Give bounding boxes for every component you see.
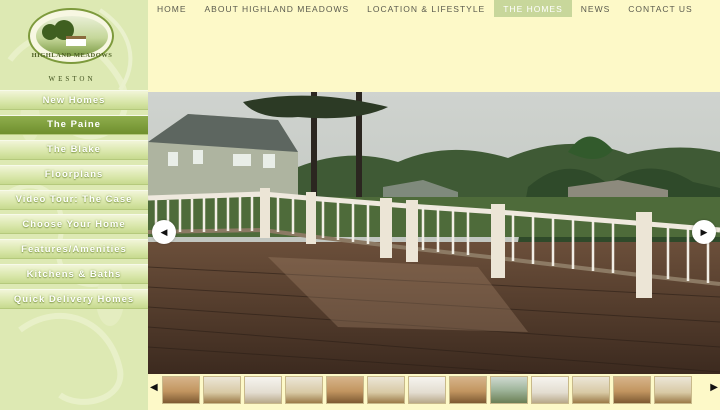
thumbnail[interactable]: [654, 376, 692, 404]
arrow-right-icon: ▶: [700, 226, 708, 237]
sidebar-item-new-homes[interactable]: New Homes: [0, 90, 148, 110]
thumbnail-strip: ◀ ▶: [148, 374, 720, 410]
sidebar-nav: New Homes The Paine The Blake Floorplans…: [0, 90, 148, 314]
thumbnail[interactable]: [162, 376, 200, 404]
logo-location: WESTON: [48, 75, 96, 83]
thumbnail[interactable]: [203, 376, 241, 404]
sidebar: HIGHLAND MEADOWS WESTON New Homes The Pa…: [0, 0, 148, 410]
hero-slideshow: ◀ ▶: [148, 92, 720, 374]
thumbnail[interactable]: [244, 376, 282, 404]
thumbnail[interactable]: [572, 376, 610, 404]
nav-news[interactable]: NEWS: [572, 0, 620, 17]
thumbnail[interactable]: [490, 376, 528, 404]
slideshow-next-button[interactable]: ▶: [692, 220, 716, 244]
logo[interactable]: HIGHLAND MEADOWS WESTON: [26, 8, 118, 83]
thumbnail[interactable]: [449, 376, 487, 404]
arrow-left-icon: ◀: [160, 226, 168, 237]
sidebar-item-floorplans[interactable]: Floorplans: [0, 164, 148, 185]
hero-photo: [148, 92, 720, 374]
thumb-prev-button[interactable]: ◀: [150, 382, 158, 393]
nav-home[interactable]: HOME: [148, 0, 196, 17]
sidebar-item-video-tour[interactable]: Video Tour: The Case: [0, 189, 148, 210]
thumbnail[interactable]: [613, 376, 651, 404]
sidebar-item-the-blake[interactable]: The Blake: [0, 139, 148, 160]
thumb-next-button[interactable]: ▶: [710, 382, 718, 393]
thumbnail[interactable]: [531, 376, 569, 404]
nav-about[interactable]: ABOUT HIGHLAND MEADOWS: [196, 0, 359, 17]
thumbnail[interactable]: [367, 376, 405, 404]
sidebar-item-the-paine[interactable]: The Paine: [0, 114, 148, 135]
thumbnail-track: [162, 376, 710, 406]
thumbnail[interactable]: [408, 376, 446, 404]
logo-name: HIGHLAND MEADOWS: [31, 52, 113, 59]
slideshow-prev-button[interactable]: ◀: [152, 220, 176, 244]
nav-the-homes[interactable]: THE HOMES: [494, 0, 572, 17]
sidebar-item-choose-your-home[interactable]: Choose Your Home: [0, 214, 148, 235]
thumbnail[interactable]: [326, 376, 364, 404]
thumbnail[interactable]: [285, 376, 323, 404]
sidebar-item-quick-delivery[interactable]: Quick Delivery Homes: [0, 289, 148, 310]
sidebar-item-kitchens-baths[interactable]: Kitchens & Baths: [0, 264, 148, 285]
nav-location-lifestyle[interactable]: LOCATION & LIFESTYLE: [358, 0, 494, 17]
sidebar-item-features-amenities[interactable]: Features/Amenities: [0, 239, 148, 260]
nav-contact[interactable]: CONTACT US: [619, 0, 701, 17]
top-nav: HOME ABOUT HIGHLAND MEADOWS LOCATION & L…: [148, 0, 702, 17]
